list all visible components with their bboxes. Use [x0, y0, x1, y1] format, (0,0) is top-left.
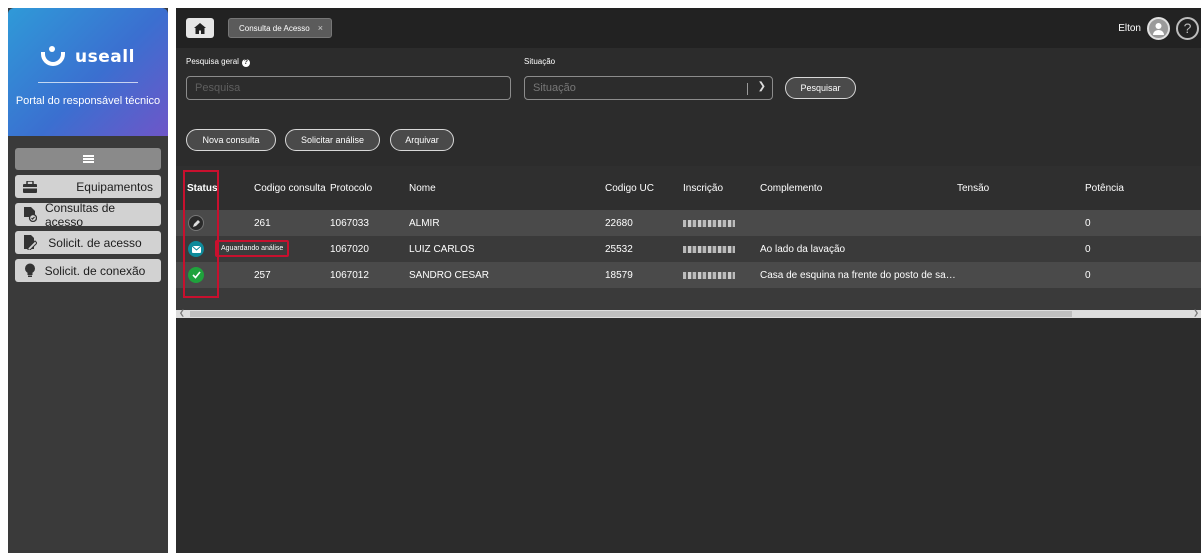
- complement-cell: Casa de esquina na frente do posto de sa…: [760, 269, 956, 281]
- scroll-right-icon[interactable]: ❯: [1193, 309, 1199, 317]
- sidebar-item-solicit-conexao[interactable]: Solicit. de conexão: [15, 259, 161, 282]
- uc-code-cell: 22680: [605, 217, 633, 229]
- new-query-button[interactable]: Nova consulta: [186, 129, 276, 151]
- code-cell: 257: [254, 269, 271, 281]
- header-uc-code[interactable]: Codigo UC: [605, 166, 654, 210]
- document-check-icon: [23, 207, 37, 222]
- header-name[interactable]: Nome: [409, 166, 436, 210]
- help-circle-icon[interactable]: ?: [241, 59, 250, 67]
- header-power[interactable]: Potência: [1085, 166, 1124, 210]
- logo: useall: [41, 46, 135, 68]
- select-divider: [747, 83, 748, 95]
- scroll-left-icon[interactable]: ❮: [179, 309, 185, 317]
- status-tooltip: Aguardando análise: [215, 240, 290, 257]
- document-edit-icon: [23, 235, 37, 250]
- horizontal-scrollbar[interactable]: ❮ ❯: [176, 310, 1201, 318]
- portal-label: Portal do responsável técnico: [15, 95, 161, 107]
- search-label-text: Pesquisa geral: [186, 57, 239, 66]
- name-cell: ALMIR: [409, 217, 440, 229]
- sidebar-item-label: Consultas de acesso: [45, 200, 116, 229]
- search-label: Pesquisa geral?: [186, 57, 250, 67]
- search-input[interactable]: [186, 76, 511, 100]
- user-name: Elton: [1118, 22, 1141, 34]
- table-header: Status Codigo consulta Protocolo Nome Co…: [176, 166, 1201, 210]
- logo-mark-icon: [41, 46, 67, 68]
- results-table: Status Codigo consulta Protocolo Nome Co…: [176, 166, 1201, 318]
- main-content: Consulta de Acesso × Elton ? Pesquisa ge…: [176, 8, 1201, 553]
- uc-code-cell: 25532: [605, 243, 633, 255]
- header-registration[interactable]: Inscrição: [683, 166, 723, 210]
- scrollbar-thumb[interactable]: [190, 311, 1072, 317]
- header-complement[interactable]: Complemento: [760, 166, 822, 210]
- brand-panel: useall Portal do responsável técnico: [8, 8, 168, 136]
- sidebar-item-consultas[interactable]: Consultas de acesso: [15, 200, 161, 229]
- chevron-down-icon: ❯: [757, 81, 766, 92]
- sidebar-item-label: Solicit. de acesso: [48, 235, 142, 250]
- sidebar-item-solicit-acesso[interactable]: Solicit. de acesso: [15, 231, 161, 254]
- home-icon: [194, 22, 206, 34]
- help-button[interactable]: ?: [1176, 16, 1199, 40]
- power-cell: 0: [1085, 217, 1091, 229]
- status-column-highlight: [183, 170, 219, 298]
- logo-text: useall: [75, 47, 135, 67]
- registration-cell-redacted: [683, 262, 735, 288]
- registration-cell-redacted: [683, 236, 735, 262]
- user-area: Elton ?: [1118, 16, 1201, 40]
- protocol-cell: 1067012: [330, 269, 369, 281]
- header-voltage[interactable]: Tensão: [957, 166, 989, 210]
- search-button[interactable]: Pesquisar: [785, 77, 856, 99]
- name-cell: LUIZ CARLOS: [409, 243, 475, 255]
- brand-divider: [38, 82, 138, 83]
- code-cell: 261: [254, 217, 271, 229]
- sidebar-item-label: Solicit. de conexão: [44, 263, 146, 278]
- table-row[interactable]: 1067020 LUIZ CARLOS 25532 Ao lado da lav…: [176, 236, 1201, 262]
- uc-code-cell: 18579: [605, 269, 633, 281]
- name-cell: SANDRO CESAR: [409, 269, 490, 281]
- protocol-cell: 1067020: [330, 243, 369, 255]
- header-protocol[interactable]: Protocolo: [330, 166, 372, 210]
- sidebar-item-equipamentos[interactable]: Equipamentos: [15, 175, 161, 198]
- table-row[interactable]: 261 1067033 ALMIR 22680 0: [176, 210, 1201, 236]
- top-bar: Consulta de Acesso × Elton ?: [176, 8, 1201, 48]
- request-analysis-button[interactable]: Solicitar análise: [285, 129, 380, 151]
- home-button[interactable]: [186, 18, 214, 38]
- status-select[interactable]: Situação ❯: [524, 76, 773, 100]
- archive-button[interactable]: Arquivar: [390, 129, 454, 151]
- user-icon: [1153, 22, 1164, 35]
- power-cell: 0: [1085, 243, 1091, 255]
- close-icon[interactable]: ×: [318, 23, 323, 33]
- header-code[interactable]: Codigo consulta: [254, 166, 326, 210]
- protocol-cell: 1067033: [330, 217, 369, 229]
- hamburger-icon: [82, 155, 94, 163]
- power-cell: 0: [1085, 269, 1091, 281]
- status-select-placeholder: Situação: [533, 82, 576, 94]
- registration-cell-redacted: [683, 210, 735, 236]
- lightbulb-icon: [23, 263, 37, 278]
- menu-toggle-button[interactable]: [15, 148, 161, 170]
- avatar[interactable]: [1147, 16, 1170, 40]
- tab-label: Consulta de Acesso: [239, 23, 310, 33]
- toolbox-icon: [23, 180, 37, 194]
- app-root: useall Portal do responsável técnico Equ…: [0, 0, 1201, 553]
- sidebar: useall Portal do responsável técnico Equ…: [8, 8, 168, 553]
- sidebar-item-label: Equipamentos: [76, 179, 153, 194]
- complement-cell: Ao lado da lavação: [760, 243, 846, 255]
- status-label: Situação: [524, 57, 556, 66]
- filters-panel: Pesquisa geral? Situação Situação ❯ Pesq…: [176, 48, 1201, 158]
- tab-consulta-acesso[interactable]: Consulta de Acesso ×: [228, 18, 332, 38]
- table-row[interactable]: 257 1067012 SANDRO CESAR 18579 Casa de e…: [176, 262, 1201, 288]
